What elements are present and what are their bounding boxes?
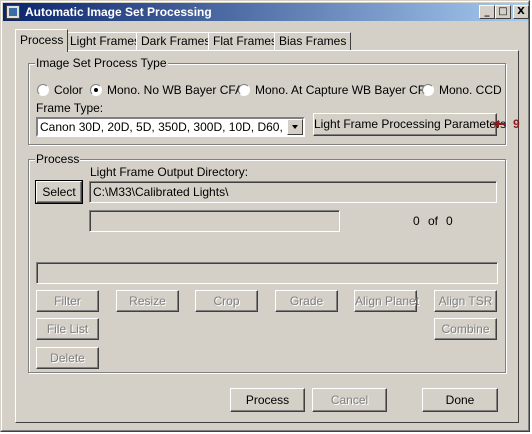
align-tsr-button[interactable]: Align TSR [434, 290, 497, 312]
radio-indicator [37, 84, 49, 96]
radio-indicator [422, 84, 434, 96]
tab-light-frames[interactable]: Light Frames [65, 32, 146, 51]
cancel-button[interactable]: Cancel [312, 388, 387, 412]
close-button[interactable]: X [513, 5, 529, 19]
frame-type-value: Canon 30D, 20D, 5D, 350D, 300D, 10D, D60… [40, 120, 305, 134]
tab-bias-frames[interactable]: Bias Frames [274, 32, 352, 51]
radio-indicator [238, 84, 250, 96]
window-title: Automatic Image Set Processing [25, 5, 212, 19]
radio-indicator-checked [90, 84, 102, 96]
radio-label: Mono. CCD [439, 83, 502, 97]
done-button[interactable]: Done [422, 388, 498, 412]
radio-label: Color [54, 83, 83, 97]
tab-dark-frames[interactable]: Dark Frames [136, 32, 216, 51]
radio-label: Mono. At Capture WB Bayer CFA [255, 83, 433, 97]
crop-button[interactable]: Crop [195, 290, 258, 312]
process-type-legend: Image Set Process Type [35, 56, 168, 70]
annotation-arrow-head [492, 120, 499, 128]
light-frame-params-button[interactable]: Light Frame Processing Parameters [313, 113, 506, 136]
dialog-window: Automatic Image Set Processing _ □ X Pro… [0, 0, 530, 432]
process-legend: Process [35, 152, 81, 166]
counter-of: of [428, 214, 439, 228]
minimize-button[interactable]: _ [479, 5, 495, 19]
delete-button[interactable]: Delete [36, 347, 99, 369]
select-directory-button[interactable]: Select [35, 180, 83, 204]
progress-bar [36, 262, 498, 284]
output-dir-label: Light Frame Output Directory: [90, 165, 249, 179]
counter-total: 0 [446, 214, 453, 228]
frame-type-label: Frame Type: [36, 101, 104, 115]
radio-mono-ccd[interactable]: Mono. CCD [422, 83, 502, 97]
combine-button[interactable]: Combine [434, 318, 497, 340]
radio-mono-no-wb[interactable]: Mono. No WB Bayer CFA [90, 83, 243, 97]
radio-color[interactable]: Color [37, 83, 83, 97]
frame-type-select[interactable]: Canon 30D, 20D, 5D, 350D, 300D, 10D, D60… [36, 117, 305, 137]
chevron-down-icon[interactable] [287, 119, 303, 135]
radio-label: Mono. No WB Bayer CFA [107, 83, 244, 97]
grade-button[interactable]: Grade [275, 290, 338, 312]
process-button[interactable]: Process [230, 388, 305, 412]
title-bar[interactable]: Automatic Image Set Processing _ □ X [3, 3, 529, 21]
radio-mono-at-capture-wb[interactable]: Mono. At Capture WB Bayer CFA [238, 83, 432, 97]
output-dir-field[interactable]: C:\M33\Calibrated Lights\ [89, 181, 497, 203]
align-planet-button[interactable]: Align Planet [354, 290, 419, 312]
file-list-button[interactable]: File List [36, 318, 99, 340]
tab-process[interactable]: Process [15, 29, 69, 52]
resize-button[interactable]: Resize [116, 290, 179, 312]
counter-current: 0 [413, 214, 420, 228]
filter-button[interactable]: Filter [36, 290, 99, 312]
annotation-number: 9 [513, 117, 520, 131]
current-file-field[interactable] [89, 210, 340, 232]
maximize-button[interactable]: □ [495, 5, 511, 19]
tab-flat-frames[interactable]: Flat Frames [208, 32, 283, 51]
app-icon [6, 5, 20, 19]
annotation-arrow-line [498, 123, 506, 125]
